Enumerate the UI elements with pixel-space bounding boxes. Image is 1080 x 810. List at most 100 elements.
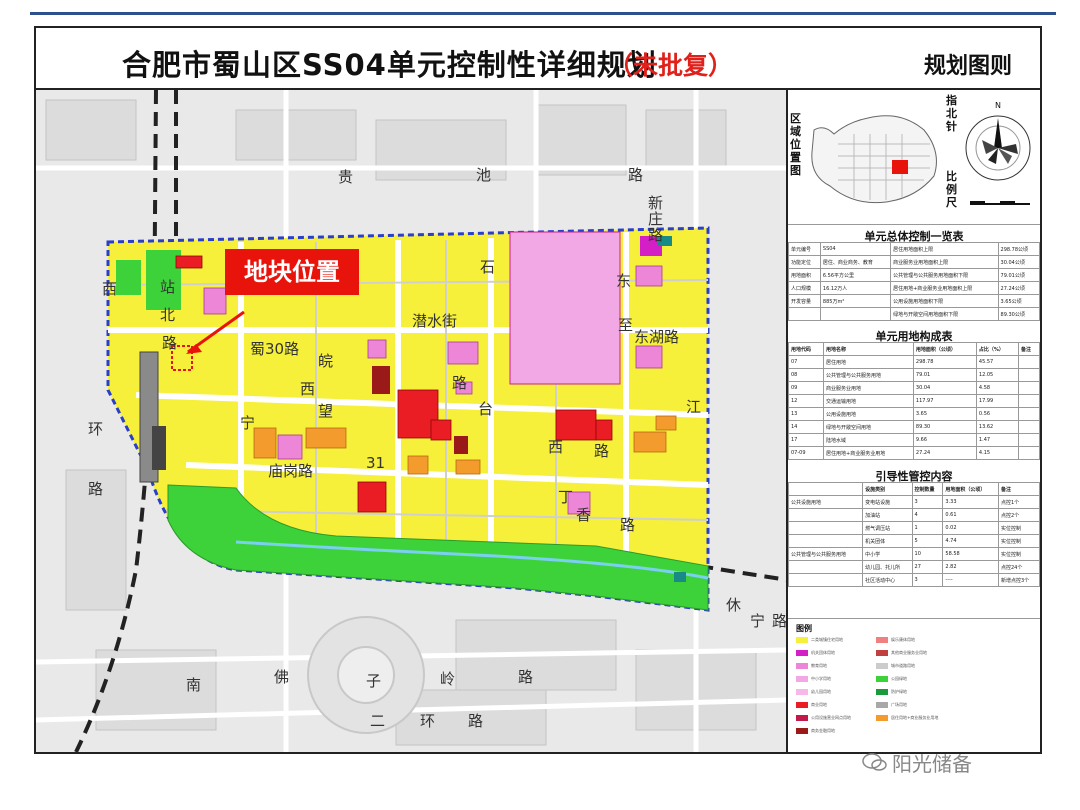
legend-item: 公用设施营业网点用地 — [796, 715, 866, 723]
legend-label: 广场用地 — [891, 702, 907, 707]
table-cell: 4.74 — [942, 534, 999, 548]
road-label: 东湖路 — [634, 328, 679, 346]
road-label: 路 — [620, 516, 635, 534]
plan-title: 合肥市蜀山区SS04单元控制性详细规划 — [122, 48, 657, 82]
legend-swatch — [796, 637, 808, 643]
table-row: 12 交通运输用地 117.97 17.99 — [787, 394, 1041, 408]
legend-swatch — [876, 650, 888, 656]
road-label: 至 — [618, 316, 633, 334]
table-cell: 公共管理与公共服务用地面积下限 — [890, 268, 999, 282]
table-row: 机关团体 5 4.74 实位控制 — [787, 534, 1041, 548]
table-cell: 用地面积 — [788, 268, 821, 282]
table-cell: 58.58 — [942, 547, 999, 561]
table-cell: 居住用地+商业服务业用地面积上限 — [890, 281, 999, 295]
table-cell — [788, 307, 821, 321]
legend-label: 机关团体用地 — [811, 650, 835, 655]
table-cell: 13 — [787, 407, 825, 421]
table-cell: 30.04公顷 — [997, 255, 1041, 269]
legend-item: 商务金融用地 — [796, 728, 866, 736]
table-cell: 单元编号 — [788, 242, 821, 256]
table-cell: 27 — [911, 560, 944, 574]
legend-swatch — [796, 689, 808, 695]
table-row: 17 陆地水域 9.66 1.47 — [787, 433, 1041, 447]
table-cell: 5 — [911, 534, 944, 548]
road-label: 西 — [300, 380, 315, 398]
table-cell — [1017, 355, 1041, 369]
table-row: 用地面积 6.56平方公里 公共管理与公共服务用地面积下限 79.01公顷 — [788, 268, 1041, 282]
table-cell: 幼儿园、托儿所 — [862, 560, 913, 574]
legend-swatch — [796, 663, 808, 669]
table-row: 社区活动中心 3 ---- 新增点控3个 — [787, 573, 1041, 587]
road-label: 环 — [88, 420, 103, 438]
table-cell — [1017, 433, 1041, 447]
table-cell: 机关团体 — [862, 534, 913, 548]
road-label: 池 — [476, 166, 491, 184]
road-label: 站 — [160, 278, 175, 296]
table-cell: 79.01 — [912, 368, 977, 382]
table-cell: 3.65 — [912, 407, 977, 421]
legend-item: 广场用地 — [876, 702, 946, 710]
table-row: 07 居住用地 298.78 45.57 — [787, 355, 1041, 369]
legend-label: 其他商业服务业用地 — [891, 650, 927, 655]
table-cell: 0.02 — [942, 521, 999, 535]
title-bar: 合肥市蜀山区SS04单元控制性详细规划 （未批复） 规划图则 — [36, 28, 1040, 90]
road-label: 31 — [366, 454, 385, 472]
table-cell: 17 — [787, 433, 825, 447]
table-cell — [819, 307, 892, 321]
table-cell: 13.62 — [975, 420, 1019, 434]
legend-label: 教育用地 — [811, 663, 827, 668]
legend-swatch — [796, 715, 808, 721]
table-cell: 16.12万人 — [819, 281, 892, 295]
table-cell: 商业服务业用地面积上限 — [890, 255, 999, 269]
table-row: 幼儿园、托儿所 27 2.82 点控24个 — [787, 560, 1041, 574]
table-cell: 12 — [787, 394, 825, 408]
road-label: 皖 — [318, 352, 333, 370]
table-cell: 人口规模 — [788, 281, 821, 295]
table-header-cell: 备注 — [997, 482, 1041, 496]
table-cell: 17.99 — [975, 394, 1019, 408]
table-cell: 居住用地 — [823, 355, 914, 369]
legend-label: 防护绿地 — [891, 689, 907, 694]
table-cell: 09 — [787, 381, 825, 395]
table-cell: 3 — [911, 573, 944, 587]
table-cell: 交通运输用地 — [823, 394, 914, 408]
table-cell — [1017, 446, 1041, 460]
legend-item: 公园绿地 — [876, 676, 946, 684]
road-label: 休 — [726, 596, 741, 614]
road-label: 西 — [548, 438, 563, 456]
table-cell: 3 — [911, 495, 944, 509]
planning-map[interactable]: 贵 池 路 新 庄 路 石 潜水街 东 至 东湖路 蜀30路 皖 西 路 望 台… — [36, 90, 788, 752]
table-row: 08 公共管理与公共服务用地 79.01 12.05 — [787, 368, 1041, 382]
legend-swatch — [796, 702, 808, 708]
table-header-cell — [787, 482, 864, 496]
legend-label: 城市道路用地 — [891, 663, 915, 668]
table-cell: 商业服务业用地 — [823, 381, 914, 395]
table-cell: 变电站设施 — [862, 495, 913, 509]
top-rule — [30, 12, 1056, 15]
table-row: 人口规模 16.12万人 居住用地+商业服务业用地面积上限 27.24公顷 — [788, 281, 1041, 295]
table-cell: 2.82 — [942, 560, 999, 574]
table-cell — [787, 534, 864, 548]
table-cell: 点控24个 — [997, 560, 1041, 574]
legend-item: 居住用地+商业服务业用地 — [876, 715, 946, 723]
table-cell: 新增点控3个 — [997, 573, 1041, 587]
table-row: 加油站 4 0.61 点控2个 — [787, 508, 1041, 522]
road-label: 庙岗路 — [268, 462, 313, 480]
road-label: 丁 — [558, 488, 573, 506]
svg-text:N: N — [995, 101, 1001, 110]
table-row: 单元编号 SS04 居住用地面积上限 298.78公顷 — [788, 242, 1041, 256]
plan-sheet: 合肥市蜀山区SS04单元控制性详细规划 （未批复） 规划图则 贵 池 路 新 庄… — [34, 26, 1042, 754]
wechat-icon — [862, 753, 887, 771]
approval-status: （未批复） — [608, 51, 734, 80]
table-cell: 实位控制 — [997, 521, 1041, 535]
legend-label: 商业用地 — [811, 702, 827, 707]
road-label: 江 — [686, 398, 701, 416]
road-label: 北 — [160, 306, 175, 324]
table-cell: 公共设施用地 — [787, 495, 864, 509]
guidance-table: 设施类别 控制数量 用地面积（公顷） 备注 公共设施用地 变电站设施 3 3.33 点控1个 加油… — [787, 482, 1041, 587]
table-cell: 1 — [911, 521, 944, 535]
table-cell: 居住用地面积上限 — [890, 242, 999, 256]
road-label: 二 — [370, 712, 385, 730]
road-label: 石 — [480, 258, 495, 276]
sheet-name: 规划图则 — [924, 54, 1013, 79]
